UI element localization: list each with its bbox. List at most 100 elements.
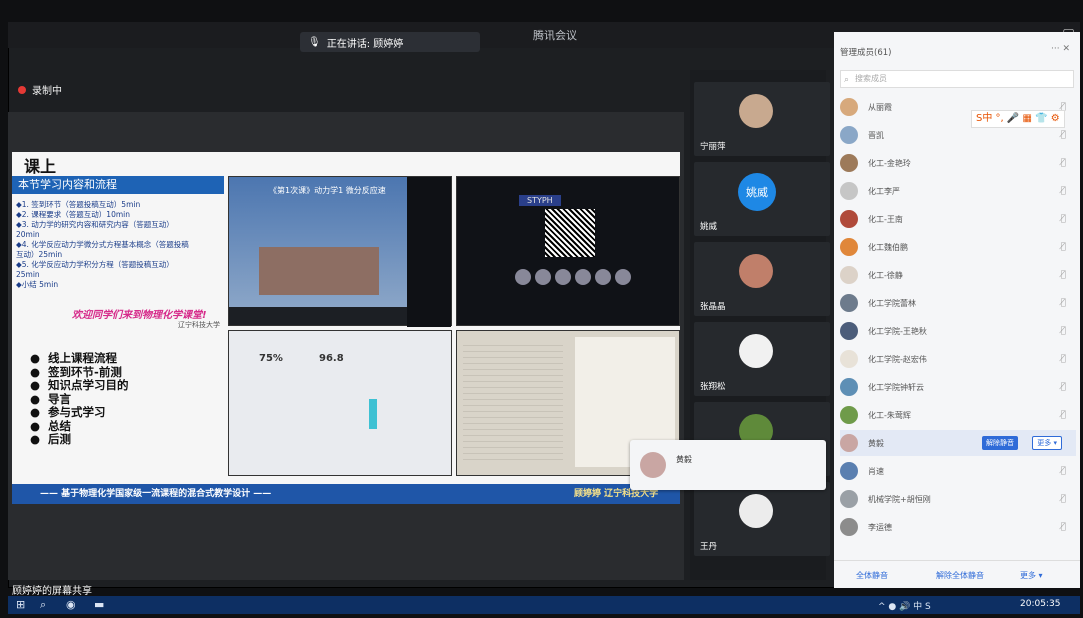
member-row[interactable]: 李运德 🎙̸ — [840, 514, 1076, 540]
mic-muted-icon: 🎙̸ — [1060, 382, 1066, 392]
more-options-button[interactable]: 更多 ▾ — [1020, 570, 1043, 581]
unmute-button[interactable]: 解除静音 — [982, 436, 1018, 450]
unmute-all-button[interactable]: 解除全体静音 — [936, 570, 984, 581]
meeting-app-icon[interactable]: ▬ — [94, 598, 104, 611]
slide-section-header: 本节学习内容和流程 — [12, 176, 224, 194]
agenda-item: 25min — [16, 270, 40, 279]
agenda-item: ◆4. 化学反应动力学微分式方程基本概念（答题投稿 — [16, 240, 189, 249]
mic-muted-icon: 🎙̸ — [1060, 158, 1066, 168]
panel-actions[interactable]: ··· ✕ — [1051, 44, 1070, 54]
bullet-item: ● 总结 — [30, 418, 72, 433]
mute-all-button[interactable]: 全体静音 — [856, 570, 888, 581]
styph-label: STYPH — [519, 195, 561, 206]
video-tile[interactable]: 姚威 姚威 — [694, 162, 830, 236]
member-row-selected[interactable]: 黄毅 解除静音 更多 ▾ — [840, 430, 1076, 456]
system-tray[interactable]: ^ ● 🔊 中 S — [878, 599, 931, 612]
speaking-indicator: 🎙 正在讲话: 顾婷婷 — [300, 32, 480, 52]
agenda-item: ◆2. 课程要求（答题互动）10min — [16, 210, 130, 219]
avatar — [840, 210, 858, 228]
avatar — [840, 322, 858, 340]
stat-bar — [369, 399, 377, 429]
slide-thumbnail-stats: 75% 96.8 — [228, 330, 452, 476]
avatar — [535, 269, 551, 285]
bullet-list: ● 线上课程流程 ● 签到环节-前测 ● 知识点学习目的 ● 导言 ● 参与式学习 ● 总结… — [30, 351, 129, 447]
mic-muted-icon: 🎙̸ — [1060, 494, 1066, 504]
start-menu-icon[interactable]: ⊞ — [16, 598, 25, 611]
mic-muted-icon: 🎙̸ — [1060, 242, 1066, 252]
member-row[interactable]: 化工魏伯鹏 🎙̸ — [840, 234, 1076, 260]
member-row[interactable]: 化工-金艳玲 🎙̸ — [840, 150, 1076, 176]
avatar — [640, 452, 666, 478]
mic-icon: 🎙 — [308, 36, 321, 48]
member-row[interactable]: 化工-王南 🎙̸ — [840, 206, 1076, 232]
avatar — [840, 182, 858, 200]
mic-muted-icon: 🎙̸ — [1060, 186, 1066, 196]
participant-avatar: 姚威 — [738, 173, 776, 211]
speaking-text: 正在讲话: 顾婷婷 — [326, 38, 404, 50]
slide-thumbnail-qrcode: STYPH — [456, 176, 680, 326]
university-caption: 辽宁科技大学 — [178, 321, 220, 329]
member-search-input[interactable]: ⌕ 搜索成员 — [840, 70, 1074, 88]
avatar — [595, 269, 611, 285]
recording-indicator: 录制中 — [18, 82, 62, 97]
avatar — [840, 518, 858, 536]
member-row[interactable]: 机械学院+胡恒刚 🎙̸ — [840, 486, 1076, 512]
avatar — [840, 490, 858, 508]
member-row[interactable]: 化工学院蕾林 🎙̸ — [840, 290, 1076, 316]
avatar — [615, 269, 631, 285]
member-row[interactable]: 化工-朱莺辉 🎙̸ — [840, 402, 1076, 428]
mic-muted-icon: 🎙̸ — [1060, 410, 1066, 420]
member-row[interactable]: 化工-徐静 🎙̸ — [840, 262, 1076, 288]
participant-name: 宁丽萍 — [700, 142, 726, 152]
member-row[interactable]: 化工学院-赵宏伟 🎙̸ — [840, 346, 1076, 372]
avatar — [840, 98, 858, 116]
mic-muted-icon: 🎙̸ — [1060, 522, 1066, 532]
agenda-item: 20min — [16, 230, 40, 239]
bullet-item: ● 知识点学习目的 — [30, 378, 129, 392]
bullet-item: ● 导言 — [30, 391, 72, 406]
mic-muted-icon: 🎙̸ — [1060, 130, 1066, 140]
clock: 20:05:35 — [1020, 599, 1061, 609]
mic-muted-icon: 🎙̸ — [1060, 214, 1066, 224]
participant-avatar — [739, 254, 773, 288]
more-button[interactable]: 更多 ▾ — [1032, 436, 1062, 450]
agenda-item: ◆小结 5min — [16, 280, 59, 289]
mic-muted-icon: 🎙̸ — [1060, 466, 1066, 476]
avatar — [840, 238, 858, 256]
window-title: 腾讯会议 — [533, 29, 577, 42]
member-row[interactable]: 化工李严 🎙̸ — [840, 178, 1076, 204]
agenda-item: ◆3. 动力学的研究内容和研究内容（答题互动） — [16, 220, 174, 229]
hover-card-name: 黄毅 — [676, 455, 692, 464]
video-tile[interactable]: 张晶晶 — [694, 242, 830, 316]
agenda-item: ◆5. 化学反应动力学积分方程（答题投稿互动） — [16, 260, 174, 269]
participant-avatar — [739, 494, 773, 528]
bullet-item: ● 参与式学习 — [30, 405, 106, 419]
video-tile[interactable]: 宁丽萍 — [694, 82, 830, 156]
bullet-item: ● 签到环节-前测 — [30, 364, 122, 379]
mic-muted-icon: 🎙̸ — [1060, 354, 1066, 364]
slide-title: 课上 — [24, 157, 57, 176]
slide-footer: —— 基于物理化学国家级一流课程的混合式教学设计 —— 顾婷婷 辽宁科技大学 — [12, 484, 680, 504]
recording-label: 录制中 — [32, 86, 62, 97]
video-tile[interactable]: 王丹 — [694, 482, 830, 556]
mic-muted-icon: 🎙̸ — [1060, 298, 1066, 308]
video-tile[interactable]: 张翔松 — [694, 322, 830, 396]
participant-hover-card[interactable]: 黄毅 — [630, 440, 826, 490]
welcome-banner: 欢迎同学们来到物理化学课堂! — [72, 310, 207, 321]
participant-name: 王丹 — [700, 542, 718, 552]
participant-name: 姚威 — [700, 222, 718, 232]
search-icon[interactable]: ⌕ — [40, 598, 46, 612]
ime-toolbar[interactable]: S中 °, 🎤 ▦ 👕 ⚙ — [971, 110, 1065, 128]
agenda-list: ◆1. 签到环节（答题投稿互动）5min ◆2. 课程要求（答题互动）10min… — [16, 200, 226, 290]
member-row[interactable]: 化工学院-王艳秋 🎙̸ — [840, 318, 1076, 344]
avatar — [555, 269, 571, 285]
browser-icon[interactable]: ◉ — [66, 598, 76, 611]
stat-value: 96.8 — [319, 353, 344, 364]
member-row[interactable]: 肖速 🎙̸ — [840, 458, 1076, 484]
members-panel: 管理成员(61) ··· ✕ ⌕ 搜索成员 从丽霞 🎙̸ 晋凯 🎙̸ 化工-金艳玲 🎙… — [834, 32, 1080, 588]
footer-course-title: —— 基于物理化学国家级一流课程的混合式教学设计 —— — [40, 489, 272, 499]
participant-avatar — [739, 94, 773, 128]
avatar — [515, 269, 531, 285]
member-row[interactable]: 化工学院钟轩云 🎙̸ — [840, 374, 1076, 400]
agenda-item: ◆1. 签到环节（答题投稿互动）5min — [16, 200, 141, 209]
